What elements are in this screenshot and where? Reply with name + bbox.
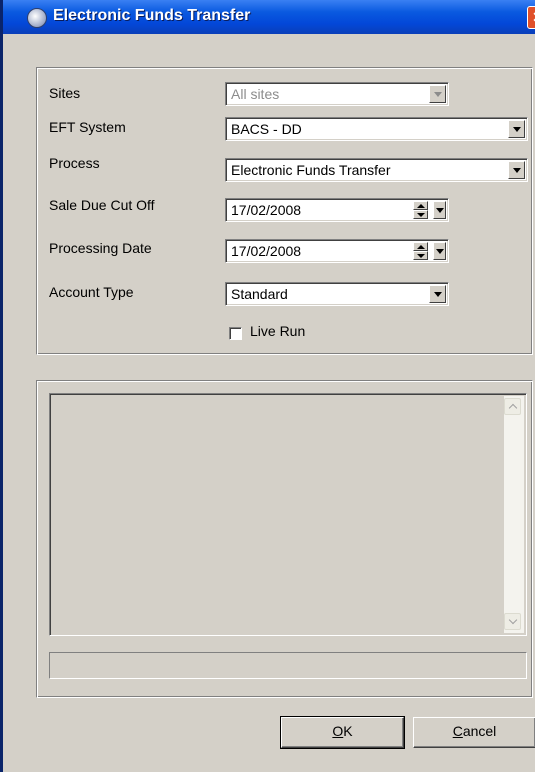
process-value: Electronic Funds Transfer [231, 162, 391, 178]
processing-date-value: 17/02/2008 [231, 243, 302, 259]
chevron-down-icon [508, 615, 518, 625]
chevron-down-icon [434, 92, 442, 97]
sale-due-cut-off-label: Sale Due Cut Off [49, 197, 155, 213]
eft-system-value: BACS - DD [231, 121, 302, 137]
spin-down-button[interactable] [413, 251, 428, 260]
sites-label: Sites [49, 85, 81, 101]
log-vertical-scrollbar[interactable] [504, 396, 524, 633]
chevron-down-icon [434, 292, 442, 297]
process-label: Process [49, 155, 100, 171]
arrow-up-icon [417, 245, 425, 249]
account-type-combo[interactable]: Standard [225, 282, 449, 306]
account-type-value: Standard [231, 286, 288, 302]
sites-value: All sites [231, 86, 280, 102]
eft-system-combo[interactable]: BACS - DD [225, 117, 528, 141]
ok-button[interactable]: OK [280, 716, 405, 749]
sale-due-cut-off-spinner[interactable] [413, 201, 428, 219]
spin-up-button[interactable] [413, 242, 428, 251]
sale-due-cut-off-value: 17/02/2008 [231, 202, 302, 218]
process-combo[interactable]: Electronic Funds Transfer [225, 158, 528, 182]
spin-down-button[interactable] [413, 210, 428, 219]
cancel-rest: ancel [462, 723, 497, 739]
sites-dropdown-button [429, 85, 446, 103]
sale-due-cut-off-dropdown-button[interactable] [433, 201, 446, 219]
chevron-down-icon [436, 249, 444, 254]
processing-date-picker[interactable]: 17/02/2008 [225, 239, 449, 263]
scroll-down-button[interactable] [504, 613, 521, 630]
window-title: Electronic Funds Transfer [53, 7, 251, 24]
arrow-up-icon [417, 204, 425, 208]
cancel-accel: C [452, 723, 463, 739]
cancel-button[interactable]: Cancel [413, 717, 535, 748]
processing-date-label: Processing Date [49, 240, 152, 256]
processing-date-dropdown-button[interactable] [433, 242, 446, 260]
app-icon [27, 8, 47, 28]
eft-system-dropdown-button[interactable] [508, 120, 525, 138]
ok-rest: K [343, 723, 353, 739]
live-run-label[interactable]: Live Run [250, 323, 305, 339]
chevron-down-icon [436, 208, 444, 213]
eft-system-label: EFT System [49, 119, 126, 135]
chevron-down-icon [513, 168, 521, 173]
spin-up-button[interactable] [413, 201, 428, 210]
process-dropdown-button[interactable] [508, 161, 525, 179]
account-type-label: Account Type [49, 284, 134, 300]
sale-due-cut-off-date-picker[interactable]: 17/02/2008 [225, 198, 449, 222]
title-bar[interactable]: Electronic Funds Transfer ✕ [3, 0, 535, 34]
status-panel [49, 652, 527, 679]
arrow-down-icon [417, 254, 425, 258]
live-run-checkbox[interactable] [229, 327, 242, 340]
log-memo[interactable] [49, 393, 527, 636]
chevron-up-icon [508, 403, 518, 413]
ok-accel: O [332, 723, 344, 739]
close-button[interactable]: ✕ [527, 6, 535, 29]
account-type-dropdown-button[interactable] [429, 285, 446, 303]
arrow-down-icon [417, 213, 425, 217]
eft-dialog: Electronic Funds Transfer ✕ Sites All si… [0, 0, 535, 772]
scroll-up-button[interactable] [504, 398, 521, 415]
processing-date-spinner[interactable] [413, 242, 428, 260]
chevron-down-icon [513, 127, 521, 132]
sites-combo: All sites [225, 82, 449, 106]
